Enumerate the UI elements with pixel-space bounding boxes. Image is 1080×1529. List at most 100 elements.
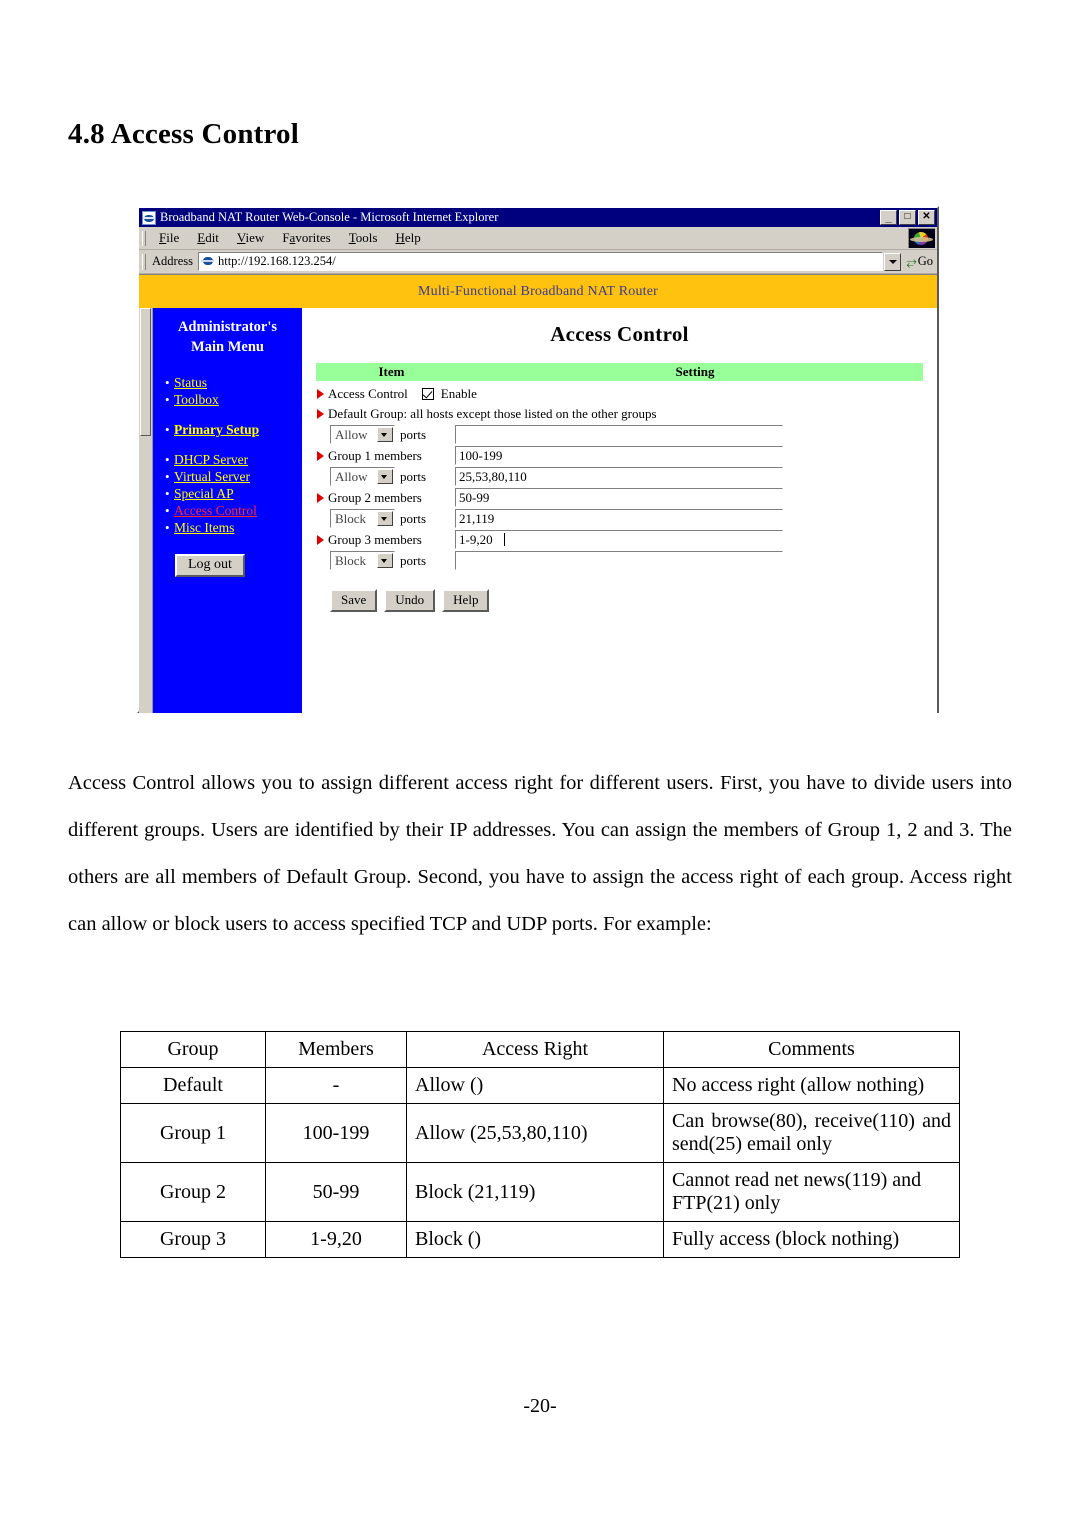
help-button[interactable]: Help <box>442 589 490 612</box>
chevron-down-icon[interactable] <box>377 553 393 568</box>
main-content: Access Control Item Setting Access Contr… <box>302 308 937 713</box>
menu-edit[interactable]: Edit <box>188 230 228 246</box>
router-page-body: Administrator's Main Menu • Status • Too… <box>139 308 937 713</box>
menu-file[interactable]: File <box>150 230 188 246</box>
default-action-value: Allow <box>335 426 368 442</box>
sidebar-item-label: Primary Setup <box>174 422 260 437</box>
settings-table-header: Item Setting <box>316 363 923 381</box>
group1-action-cell: Allow ports <box>316 467 455 486</box>
bullet-icon: • <box>165 422 170 437</box>
close-button[interactable]: ✕ <box>918 210 935 225</box>
cell-access-right: Block () <box>406 1221 664 1258</box>
logout-button[interactable]: Log out <box>175 554 245 577</box>
cell-members: - <box>265 1067 407 1104</box>
chevron-down-icon[interactable] <box>377 469 393 484</box>
minimize-button[interactable]: _ <box>880 210 897 225</box>
cell-group: Default <box>120 1067 266 1104</box>
menu-view[interactable]: View <box>228 230 273 246</box>
sidebar-item-label: Access Control <box>174 503 257 518</box>
group1-ports-input[interactable]: 25,53,80,110 <box>455 467 783 486</box>
group2-action-value: Block <box>335 510 367 526</box>
ports-label: ports <box>400 426 426 442</box>
sidebar-item-access-control[interactable]: • Access Control <box>153 502 302 519</box>
sidebar-item-label: Misc Items <box>174 520 235 535</box>
chevron-down-icon[interactable] <box>377 511 393 526</box>
save-button[interactable]: Save <box>330 589 378 612</box>
cell-comments: Cannot read net news(119) and FTP(21) on… <box>663 1162 960 1222</box>
bullet-icon: • <box>165 520 170 535</box>
group3-action-select[interactable]: Block <box>330 551 395 570</box>
access-control-label: Access Control <box>328 385 408 401</box>
content-heading: Access Control <box>550 322 689 346</box>
column-header-comments: Comments <box>663 1031 960 1068</box>
cell-access-right: Allow () <box>406 1067 664 1104</box>
cell-comments: No access right (allow nothing) <box>663 1067 960 1104</box>
menu-favorites[interactable]: Favorites <box>273 230 339 246</box>
example-table: Group Members Access Right Comments Defa… <box>120 1031 960 1258</box>
bullet-icon: • <box>165 375 170 390</box>
sidebar-item-misc-items[interactable]: • Misc Items <box>153 519 302 536</box>
bullet-triangle-icon <box>316 409 328 419</box>
vertical-scrollbar[interactable] <box>139 308 153 713</box>
group3-ports-input[interactable] <box>455 551 783 570</box>
chevron-down-icon[interactable] <box>377 427 393 442</box>
sidebar-item-virtual-server[interactable]: • Virtual Server <box>153 468 302 485</box>
maximize-button[interactable]: □ <box>899 210 916 225</box>
sidebar-item-dhcp-server[interactable]: • DHCP Server <box>153 451 302 468</box>
ie-logo-icon <box>908 228 935 248</box>
page-icon <box>200 255 215 268</box>
bullet-triangle-icon <box>316 492 328 503</box>
menu-help[interactable]: Help <box>386 230 429 246</box>
cell-members: 50-99 <box>265 1162 407 1222</box>
enable-checkbox[interactable] <box>421 387 434 400</box>
sidebar-item-label: Special AP <box>174 486 234 501</box>
column-header-group: Group <box>120 1031 266 1068</box>
row-group2-ports: Block ports 21,119 <box>316 508 923 529</box>
browser-window-figure: Broadband NAT Router Web-Console - Micro… <box>137 206 939 713</box>
bullet-icon: • <box>165 452 170 467</box>
default-ports-input[interactable] <box>455 425 783 444</box>
address-dropdown-button[interactable] <box>884 252 902 271</box>
group1-members-input[interactable]: 100-199 <box>455 446 783 465</box>
group2-ports-input[interactable]: 21,119 <box>455 509 783 528</box>
browser-addressbar: Address http://192.168.123.254/ ⥂ Go <box>139 250 937 274</box>
page-footer: -20- <box>523 1395 557 1417</box>
cell-comments: Fully access (block nothing) <box>663 1221 960 1258</box>
cell-members: 100-199 <box>265 1103 407 1163</box>
sidebar-item-special-ap[interactable]: • Special AP <box>153 485 302 502</box>
bullet-icon: • <box>165 392 170 407</box>
default-group-note: Default Group: all hosts except those li… <box>328 406 657 421</box>
default-action-select[interactable]: Allow <box>330 425 395 444</box>
group2-action-select[interactable]: Block <box>330 509 395 528</box>
window-controls: _ □ ✕ <box>880 210 935 225</box>
go-arrow-icon: ⥂ <box>906 253 917 269</box>
group2-members-input[interactable]: 50-99 <box>455 488 783 507</box>
addressbar-grip[interactable] <box>142 253 146 270</box>
group1-action-select[interactable]: Allow <box>330 467 395 486</box>
address-input[interactable]: http://192.168.123.254/ <box>197 252 884 271</box>
undo-button[interactable]: Undo <box>384 589 436 612</box>
group1-members-label: Group 1 members <box>328 447 422 463</box>
sidebar-item-primary-setup[interactable]: • Primary Setup <box>153 421 302 438</box>
sidebar-item-label: Toolbox <box>174 392 219 407</box>
go-button[interactable]: ⥂ Go <box>901 254 937 270</box>
column-header-members: Members <box>265 1031 407 1068</box>
scrollbar-thumb[interactable] <box>140 308 151 436</box>
sidebar-item-status[interactable]: • Status <box>153 374 302 391</box>
cell-group: Group 3 <box>120 1221 266 1258</box>
group2-action-cell: Block ports <box>316 509 455 528</box>
group3-members-input[interactable]: 1-9,20 <box>455 530 783 549</box>
menubar-grip[interactable] <box>142 230 146 246</box>
row-group3-ports: Block ports <box>316 550 923 571</box>
sidebar-title-line2: Main Menu <box>191 339 264 355</box>
sidebar-item-label: DHCP Server <box>174 452 249 467</box>
table-row: Group 1 100-199 Allow (25,53,80,110) Can… <box>120 1103 960 1163</box>
menu-tools[interactable]: Tools <box>340 230 387 246</box>
sidebar-item-toolbox[interactable]: • Toolbox <box>153 391 302 408</box>
router-banner-text: Multi-Functional Broadband NAT Router <box>417 283 659 299</box>
cell-group: Group 1 <box>120 1103 266 1163</box>
cell-access-right: Allow (25,53,80,110) <box>406 1103 664 1163</box>
row-default-group-note: Default Group: all hosts except those li… <box>316 404 923 424</box>
bullet-icon: • <box>165 503 170 518</box>
sidebar-menu: • Status • Toolbox • Primary Setup • DHC… <box>153 374 302 536</box>
